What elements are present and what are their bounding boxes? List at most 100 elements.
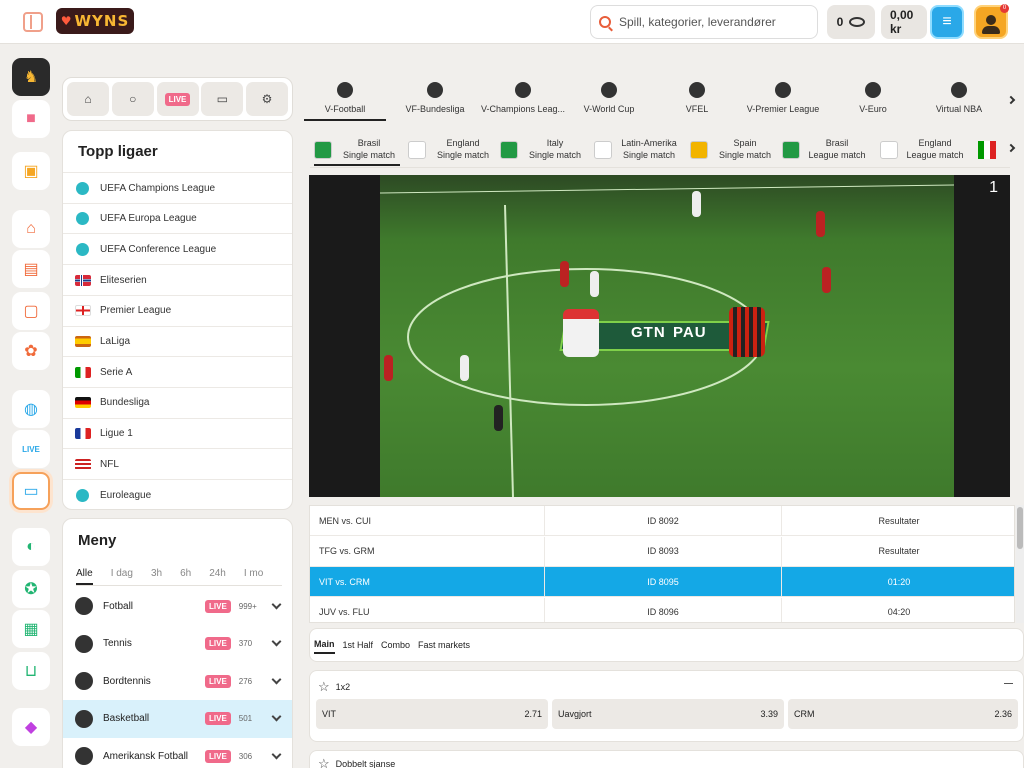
market-header[interactable]: ☆ Dobbelt sjanse xyxy=(318,756,395,768)
subcategory-tab[interactable]: Spain Single match xyxy=(690,137,776,161)
diamond-icon[interactable]: ◆ xyxy=(12,708,50,746)
sport-item[interactable]: Tennis LIVE 370 xyxy=(63,625,292,663)
odd-button-home[interactable]: VIT 2.71 xyxy=(316,699,548,729)
event-count: 276 xyxy=(238,676,253,686)
match-table-scrollbar[interactable] xyxy=(1016,505,1024,623)
sport-item[interactable]: Basketball LIVE 501 xyxy=(63,699,292,738)
search-button[interactable]: ○ xyxy=(111,82,154,116)
category-tab[interactable]: VFEL xyxy=(652,82,742,114)
market-tab[interactable]: 1st Half xyxy=(343,637,374,653)
settings-button[interactable]: ⚙ xyxy=(246,82,288,116)
star-icon[interactable]: ☆ xyxy=(318,679,330,695)
time-tab[interactable]: 3h xyxy=(151,568,162,585)
away-jersey xyxy=(729,307,765,357)
chevron-down-icon[interactable] xyxy=(271,749,282,759)
search-input[interactable]: Spill, kategorier, leverandører xyxy=(590,5,818,39)
match-id: ID 8096 xyxy=(545,597,782,622)
market-tab[interactable]: Main xyxy=(314,636,335,654)
category-tab[interactable]: VF-Bundesliga xyxy=(390,82,480,114)
subcategory-tab[interactable]: Brasil Single match xyxy=(314,137,400,166)
league-item[interactable]: Serie A xyxy=(63,356,292,387)
time-tab[interactable]: 6h xyxy=(180,568,191,585)
sidebar-toggle-icon[interactable] xyxy=(23,12,43,32)
coins-chip[interactable]: 0 xyxy=(827,5,875,39)
subcategory-tab[interactable]: England Single match xyxy=(408,137,494,161)
time-tab[interactable]: I mo xyxy=(244,568,263,585)
category-icon xyxy=(689,82,705,98)
cards-icon[interactable]: ▢ xyxy=(12,292,50,330)
category-tab[interactable]: V-Football xyxy=(300,82,390,121)
league-item[interactable]: LaLiga xyxy=(63,325,292,357)
league-item[interactable]: Euroleague xyxy=(63,479,292,510)
table-row[interactable]: VIT vs. CRM ID 8095 01:20 xyxy=(310,567,1014,597)
slots-icon[interactable]: ▤ xyxy=(12,250,50,288)
league-item[interactable]: Premier League xyxy=(63,294,292,326)
virtual-sports-icon[interactable]: ▭ xyxy=(12,472,50,510)
promotions-icon[interactable]: ■ xyxy=(12,100,50,138)
globe-icon xyxy=(76,242,89,256)
league-item[interactable]: Bundesliga xyxy=(63,386,292,418)
league-item[interactable]: Eliteserien xyxy=(63,264,292,295)
user-button[interactable]: 0 xyxy=(974,4,1009,39)
home-button[interactable]: ⌂ xyxy=(67,82,109,116)
market-tab[interactable]: Combo xyxy=(381,637,410,653)
award-icon[interactable]: ✪ xyxy=(12,570,50,608)
league-item[interactable]: Ligue 1 xyxy=(63,417,292,449)
betslip-button[interactable]: ▭ xyxy=(201,82,244,116)
time-tab[interactable]: 24h xyxy=(209,568,226,585)
category-tab[interactable]: Virtual NBA xyxy=(914,82,1004,114)
table-row[interactable]: TFG vs. GRM ID 8093 Resultater xyxy=(310,536,1014,567)
league-item[interactable]: UEFA Europa League xyxy=(63,202,292,234)
wallet-button[interactable]: ≡ xyxy=(930,5,964,39)
odd-button-draw[interactable]: Uavgjort 3.39 xyxy=(552,699,784,729)
subcategory-tab[interactable]: England League match xyxy=(880,137,966,161)
sport-item[interactable]: Fotball LIVE 999+ xyxy=(63,587,292,625)
home-icon[interactable]: ⌂ xyxy=(12,210,50,248)
odd-button-away[interactable]: CRM 2.36 xyxy=(788,699,1018,729)
match-video[interactable]: GTN PAU 1 xyxy=(309,175,1010,497)
shop-icon[interactable]: ⊔ xyxy=(12,652,50,690)
flag-icon xyxy=(75,428,91,440)
gift-icon[interactable]: ▣ xyxy=(12,152,50,190)
flag-icon xyxy=(408,141,426,159)
market-header[interactable]: ☆ 1x2 xyxy=(318,679,350,695)
league-item[interactable]: NFL xyxy=(63,448,292,479)
table-row[interactable]: JUV vs. FLU ID 8096 04:20 xyxy=(310,597,1014,622)
category-tab[interactable]: V-Champions Leag... xyxy=(478,82,568,114)
chevron-down-icon[interactable] xyxy=(271,636,282,647)
collapse-icon[interactable] xyxy=(1004,683,1013,684)
scrollbar-thumb[interactable] xyxy=(1017,507,1023,549)
category-tab[interactable]: V-World Cup xyxy=(564,82,654,114)
chevron-down-icon[interactable] xyxy=(271,711,282,722)
toolbox-icon[interactable]: ▦ xyxy=(12,610,50,648)
search-icon: ○ xyxy=(129,92,137,106)
odd-value: 2.36 xyxy=(994,709,1012,719)
chevron-down-icon[interactable] xyxy=(271,674,282,684)
balance-chip[interactable]: 0,00 kr xyxy=(881,5,927,39)
time-tab[interactable]: Alle xyxy=(76,568,93,585)
flag-icon xyxy=(880,141,898,159)
live-sports-icon[interactable]: LIVE xyxy=(12,430,50,468)
market-tab[interactable]: Fast markets xyxy=(418,637,470,653)
subcategory-line2: Single match xyxy=(342,150,396,160)
sport-item[interactable]: Amerikansk Fotball LIVE 306 xyxy=(63,737,292,768)
esports-icon[interactable]: ◐ xyxy=(12,528,50,566)
logo[interactable]: ♥ WYNS xyxy=(56,8,134,34)
live-button[interactable]: LIVE xyxy=(156,82,199,116)
sport-item[interactable]: Bordtennis LIVE 276 xyxy=(63,662,292,700)
subcategory-tab[interactable]: Italy Single match xyxy=(500,137,586,161)
league-item[interactable]: UEFA Conference League xyxy=(63,233,292,264)
category-tab[interactable]: V-Premier League xyxy=(738,82,828,114)
subcategory-tab[interactable]: Brasil League match xyxy=(782,137,868,161)
vip-icon[interactable]: ♞ xyxy=(12,58,50,96)
sports-ball-icon[interactable]: ◍ xyxy=(12,390,50,428)
table-row[interactable]: MEN vs. CUI ID 8092 Resultater xyxy=(310,506,1014,536)
clover-icon[interactable]: ✿ xyxy=(12,332,50,370)
time-tab[interactable]: I dag xyxy=(111,568,133,585)
subcategory-tab[interactable]: Latin-Amerika Single match xyxy=(594,137,680,161)
star-icon[interactable]: ☆ xyxy=(318,756,330,768)
league-item[interactable]: UEFA Champions League xyxy=(63,172,292,203)
category-tab[interactable]: V-Euro xyxy=(828,82,918,114)
chevron-down-icon[interactable] xyxy=(271,599,282,609)
flag-icon xyxy=(594,141,612,159)
